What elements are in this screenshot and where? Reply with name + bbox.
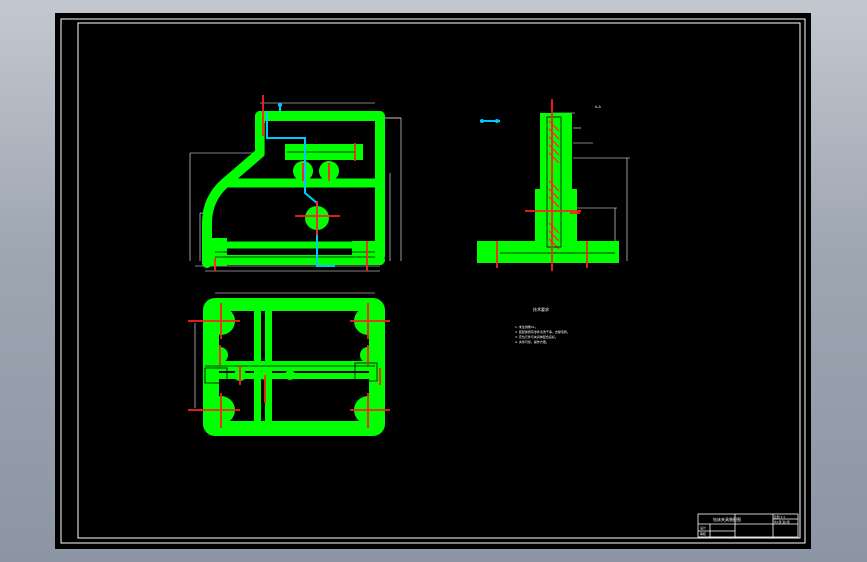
sheet-inner-border (77, 22, 801, 539)
technical-requirements: 技术要求 1. 未注倒角C1。 2. 装配前所有零件清洗干净，去除毛刺。 3. … (515, 306, 570, 344)
front-view (189, 95, 402, 272)
cad-drawing-canvas: A-A 技术要求 1. 未注倒角C1。 2. 装配前所有零件清洗干净，去除毛刺。… (55, 13, 811, 549)
drawing-name: 钻床夹具装配图 (713, 516, 741, 522)
sheet-outer-border (60, 18, 806, 544)
tech-req-line-3: 3. 定位元件与夹具体配合良好。 (515, 334, 558, 339)
side-view: A-A (477, 99, 630, 271)
top-view (188, 292, 390, 436)
title-block: 钻床夹具装配图 比例 1:1 共1张 第1张 设计 审核 (697, 513, 799, 538)
reviewer-label: 审核 (700, 531, 706, 536)
section-label: A-A (595, 105, 602, 109)
tech-req-line-4: 4. 夹紧可靠，操作方便。 (515, 339, 549, 344)
tech-req-title: 技术要求 (533, 306, 549, 312)
designer-label: 设计 (700, 525, 706, 530)
sheet-label: 共1张 第1张 (774, 520, 790, 524)
tech-req-line-2: 2. 装配前所有零件清洗干净，去除毛刺。 (515, 329, 570, 334)
scale-label: 比例 1:1 (774, 515, 785, 519)
tech-req-line-1: 1. 未注倒角C1。 (515, 324, 538, 329)
